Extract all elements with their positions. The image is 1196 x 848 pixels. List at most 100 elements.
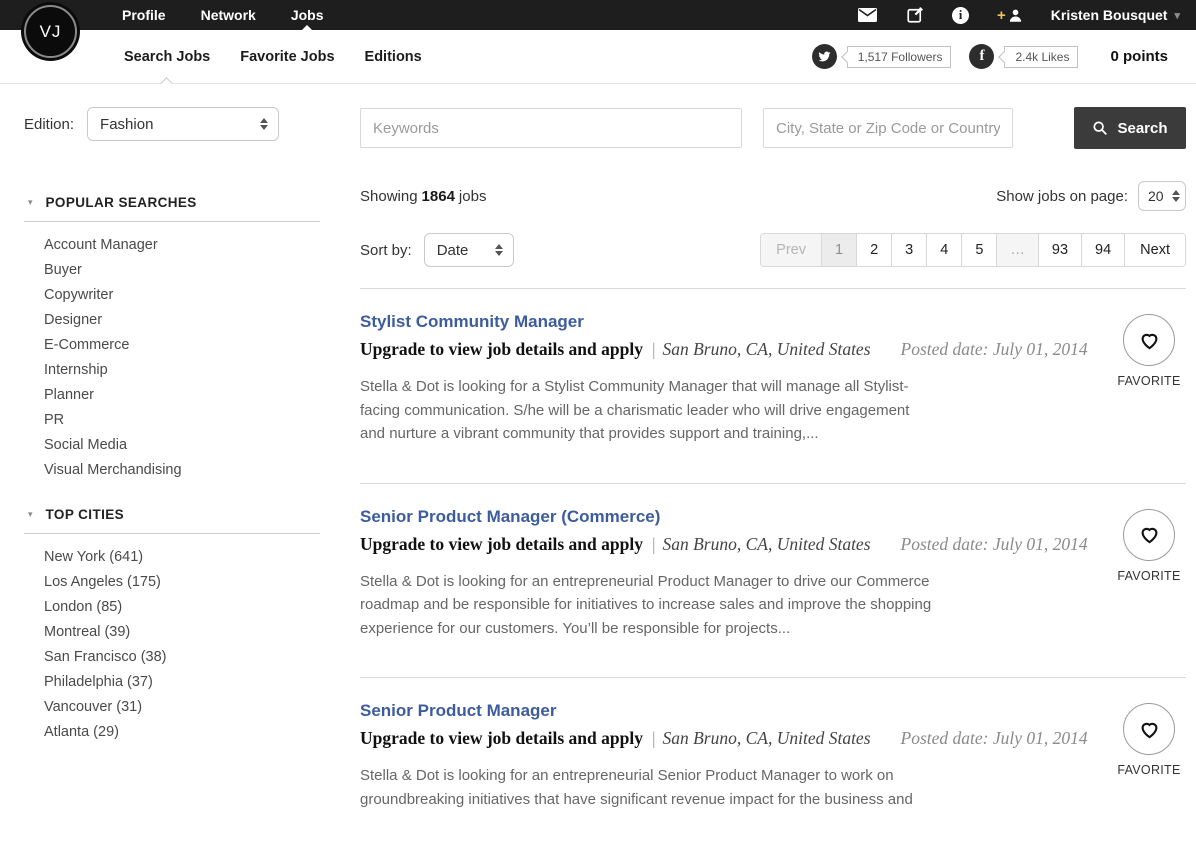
location-input[interactable]	[763, 108, 1013, 148]
top-city-item[interactable]: Montreal (39)	[44, 620, 360, 645]
facebook-glyph: f	[979, 48, 984, 65]
favorite-button[interactable]	[1123, 703, 1175, 755]
facebook-icon[interactable]: f	[969, 44, 994, 69]
collapse-icon: ▾	[28, 509, 33, 520]
pagination-prev[interactable]: Prev	[761, 234, 821, 266]
nav-network[interactable]: Network	[201, 0, 256, 30]
popular-searches-title: POPULAR SEARCHES	[46, 195, 197, 210]
info-icon[interactable]: i	[952, 7, 969, 24]
search-button[interactable]: Search	[1074, 107, 1186, 149]
sort-by-value: Date	[437, 242, 469, 259]
user-name: Kristen Bousquet	[1051, 7, 1168, 23]
pagination-page-1[interactable]: 1	[821, 234, 856, 266]
popular-search-item[interactable]: Copywriter	[44, 283, 360, 308]
collapse-icon: ▾	[28, 197, 33, 208]
per-page-select[interactable]: 20	[1138, 181, 1186, 211]
edition-select[interactable]: Fashion	[87, 107, 279, 141]
popular-search-item[interactable]: Internship	[44, 358, 360, 383]
search-button-label: Search	[1117, 120, 1167, 137]
logo-text: VJ	[40, 22, 62, 42]
sort-and-pagination-row: Sort by: Date Prev 1 2 3 4 5 … 93 94 Nex…	[360, 233, 1186, 267]
pagination-page-3[interactable]: 3	[891, 234, 926, 266]
popular-search-item[interactable]: Visual Merchandising	[44, 458, 360, 483]
meta-separator: |	[652, 534, 656, 554]
popular-search-item[interactable]: Planner	[44, 383, 360, 408]
job-title-link[interactable]: Senior Product Manager	[360, 701, 1112, 721]
user-menu[interactable]: Kristen Bousquet ▾	[1051, 7, 1180, 23]
favorite-label: FAVORITE	[1117, 374, 1180, 388]
keywords-input[interactable]	[360, 108, 742, 148]
pagination-page-4[interactable]: 4	[926, 234, 961, 266]
popular-search-item[interactable]: Social Media	[44, 433, 360, 458]
popular-search-item[interactable]: Buyer	[44, 258, 360, 283]
select-arrows-icon	[260, 118, 268, 130]
job-listing: Stylist Community Manager Upgrade to vie…	[360, 288, 1186, 446]
meta-separator: |	[652, 728, 656, 748]
top-city-item[interactable]: Atlanta (29)	[44, 720, 360, 745]
add-user-icon[interactable]: +	[997, 8, 1023, 23]
per-page-value: 20	[1148, 188, 1164, 204]
results-summary-row: Showing 1864 jobs Show jobs on page: 20	[360, 181, 1186, 211]
favorite-control: FAVORITE	[1112, 312, 1186, 446]
sort-by-select[interactable]: Date	[424, 233, 514, 267]
site-logo[interactable]: VJ	[21, 2, 80, 61]
job-location: San Bruno, CA, United States	[662, 728, 870, 748]
chevron-down-icon: ▾	[1174, 9, 1180, 22]
upgrade-link[interactable]: Upgrade to view job details and apply	[360, 339, 643, 359]
results-panel: Search Showing 1864 jobs Show jobs on pa…	[360, 107, 1186, 848]
nav-jobs[interactable]: Jobs	[291, 0, 324, 30]
job-listing: Senior Product Manager Upgrade to view j…	[360, 677, 1186, 811]
nav-jobs-label: Jobs	[291, 7, 324, 23]
pagination-ellipsis: …	[996, 234, 1038, 266]
mail-icon[interactable]	[858, 7, 877, 24]
top-city-item[interactable]: San Francisco (38)	[44, 645, 360, 670]
pagination-page-5[interactable]: 5	[961, 234, 996, 266]
job-description: Stella & Dot is looking for a Stylist Co…	[360, 375, 938, 446]
search-form: Search	[360, 107, 1186, 149]
facebook-likes-badge[interactable]: 2.4k Likes	[1004, 46, 1078, 68]
twitter-followers-badge[interactable]: 1,517 Followers	[847, 46, 952, 68]
twitter-icon[interactable]	[812, 44, 837, 69]
pagination-next[interactable]: Next	[1124, 234, 1185, 266]
sidebar: Edition: Fashion ▾ POPULAR SEARCHES Acco…	[24, 107, 360, 848]
popular-searches-list: Account Manager Buyer Copywriter Designe…	[24, 233, 360, 483]
tab-search-jobs-label: Search Jobs	[124, 49, 210, 65]
job-title-link[interactable]: Senior Product Manager (Commerce)	[360, 507, 1112, 527]
top-cities-header[interactable]: ▾ TOP CITIES	[28, 507, 360, 522]
popular-search-item[interactable]: PR	[44, 408, 360, 433]
tab-favorite-jobs[interactable]: Favorite Jobs	[240, 30, 334, 83]
top-city-item[interactable]: Philadelphia (37)	[44, 670, 360, 695]
upgrade-link[interactable]: Upgrade to view job details and apply	[360, 534, 643, 554]
top-city-item[interactable]: New York (641)	[44, 545, 360, 570]
jobs-subnav: Search Jobs Favorite Jobs Editions 1,517…	[0, 30, 1196, 84]
top-city-item[interactable]: Los Angeles (175)	[44, 570, 360, 595]
job-title-link[interactable]: Stylist Community Manager	[360, 312, 1112, 332]
favorite-label: FAVORITE	[1117, 763, 1180, 777]
social-stats: 1,517 Followers f 2.4k Likes 0 points	[812, 30, 1196, 83]
job-main: Stylist Community Manager Upgrade to vie…	[360, 312, 1112, 446]
favorite-button[interactable]	[1123, 509, 1175, 561]
upgrade-link[interactable]: Upgrade to view job details and apply	[360, 728, 643, 748]
popular-search-item[interactable]: E-Commerce	[44, 333, 360, 358]
popular-searches-header[interactable]: ▾ POPULAR SEARCHES	[28, 195, 360, 210]
top-city-item[interactable]: Vancouver (31)	[44, 695, 360, 720]
top-city-item[interactable]: London (85)	[44, 595, 360, 620]
per-page-label: Show jobs on page:	[996, 188, 1128, 205]
nav-profile[interactable]: Profile	[122, 0, 166, 30]
job-description: Stella & Dot is looking for an entrepren…	[360, 764, 938, 811]
job-meta: Upgrade to view job details and apply|Sa…	[360, 339, 1112, 360]
pagination-page-2[interactable]: 2	[856, 234, 891, 266]
compose-icon[interactable]	[905, 7, 924, 24]
popular-search-item[interactable]: Designer	[44, 308, 360, 333]
showing-suffix: jobs	[459, 188, 487, 205]
top-actions: i + Kristen Bousquet ▾	[858, 0, 1196, 30]
pagination-page-93[interactable]: 93	[1038, 234, 1081, 266]
points-counter: 0 points	[1110, 48, 1168, 65]
pagination-page-94[interactable]: 94	[1081, 234, 1124, 266]
favorite-button[interactable]	[1123, 314, 1175, 366]
popular-search-item[interactable]: Account Manager	[44, 233, 360, 258]
job-meta: Upgrade to view job details and apply | Sa…	[360, 728, 1112, 749]
page-content: Edition: Fashion ▾ POPULAR SEARCHES Acco…	[0, 84, 1196, 848]
tab-search-jobs[interactable]: Search Jobs	[124, 30, 210, 83]
tab-editions[interactable]: Editions	[365, 30, 422, 83]
